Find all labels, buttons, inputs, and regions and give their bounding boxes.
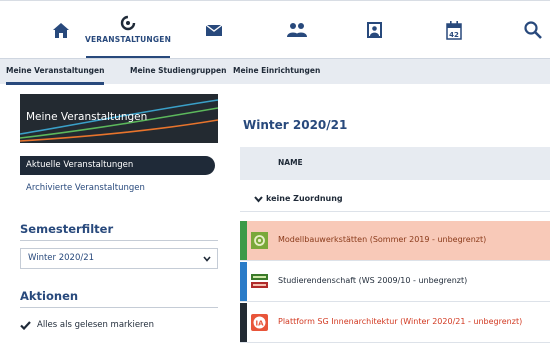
tab-meine-studiengruppen[interactable]: Meine Studiengruppen bbox=[130, 59, 226, 85]
chevron-down-icon bbox=[203, 256, 211, 262]
people-icon bbox=[287, 23, 307, 37]
course-icon bbox=[251, 273, 268, 290]
group-toggle[interactable]: keine Zuordnung bbox=[240, 188, 550, 212]
table-row[interactable]: IA Plattform SG Innenarchitektur (Winter… bbox=[240, 303, 550, 343]
checkmark-icon bbox=[20, 320, 31, 330]
nav-veranstaltungen-label: VERANSTALTUNGEN bbox=[84, 34, 172, 44]
home-icon bbox=[53, 22, 69, 38]
nav-profile[interactable] bbox=[352, 1, 396, 59]
mark-all-read-label: Alles als gelesen markieren bbox=[37, 320, 154, 330]
sidebar-item-archivierte[interactable]: Archivierte Veranstaltungen bbox=[20, 179, 215, 198]
row-color-bar bbox=[240, 221, 247, 260]
sub-navigation: Meine Veranstaltungen Meine Studiengrupp… bbox=[0, 58, 550, 85]
courses-icon bbox=[120, 15, 136, 30]
nav-veranstaltungen[interactable]: VERANSTALTUNGEN bbox=[84, 1, 172, 59]
search-icon bbox=[524, 21, 542, 39]
row-label: Plattform SG Innenarchitektur (Winter 20… bbox=[278, 317, 523, 326]
mark-all-read-action[interactable]: Alles als gelesen markieren bbox=[20, 318, 154, 332]
top-navigation: VERANSTALTUNGEN 42 bbox=[0, 0, 550, 59]
tab-meine-einrichtungen[interactable]: Meine Einrichtungen bbox=[233, 59, 320, 85]
mail-icon bbox=[205, 23, 223, 36]
course-icon bbox=[251, 232, 268, 249]
nav-search[interactable] bbox=[516, 1, 550, 59]
semester-select-value: Winter 2020/21 bbox=[28, 253, 95, 263]
row-label: Studierendenschaft (WS 2009/10 - unbegre… bbox=[278, 276, 468, 285]
row-color-bar bbox=[240, 303, 247, 342]
column-header-name[interactable]: NAME bbox=[278, 158, 303, 167]
semesterfilter-title: Semesterfilter bbox=[20, 222, 114, 236]
page-title: Winter 2020/21 bbox=[243, 118, 348, 132]
aktionen-title: Aktionen bbox=[20, 289, 79, 303]
semester-select[interactable]: Winter 2020/21 bbox=[20, 248, 218, 269]
nav-planner[interactable]: 42 bbox=[432, 1, 476, 59]
banner-title: Meine Veranstaltungen bbox=[26, 111, 148, 123]
row-color-bar bbox=[240, 262, 247, 301]
nav-messages[interactable] bbox=[192, 1, 236, 59]
nav-home[interactable] bbox=[36, 1, 86, 59]
calendar-day: 42 bbox=[449, 31, 459, 39]
group-label: keine Zuordnung bbox=[266, 194, 343, 203]
chevron-down-icon bbox=[254, 196, 263, 203]
table-header: NAME bbox=[240, 147, 550, 180]
divider bbox=[20, 307, 218, 308]
calendar-icon: 42 bbox=[446, 20, 462, 40]
sidebar-banner: Meine Veranstaltungen bbox=[20, 94, 218, 143]
table-row[interactable]: Modellbauwerkstätten (Sommer 2019 - unbe… bbox=[240, 221, 550, 261]
profile-icon bbox=[366, 22, 382, 38]
course-icon: IA bbox=[251, 314, 268, 331]
course-icon-text: IA bbox=[255, 319, 264, 327]
row-label: Modellbauwerkstätten (Sommer 2019 - unbe… bbox=[278, 235, 487, 244]
divider bbox=[20, 240, 218, 241]
table-row[interactable]: Studierendenschaft (WS 2009/10 - unbegre… bbox=[240, 262, 550, 302]
sidebar-item-aktuelle[interactable]: Aktuelle Veranstaltungen bbox=[20, 156, 215, 175]
nav-community[interactable] bbox=[274, 1, 320, 59]
tab-meine-veranstaltungen[interactable]: Meine Veranstaltungen bbox=[6, 59, 105, 85]
